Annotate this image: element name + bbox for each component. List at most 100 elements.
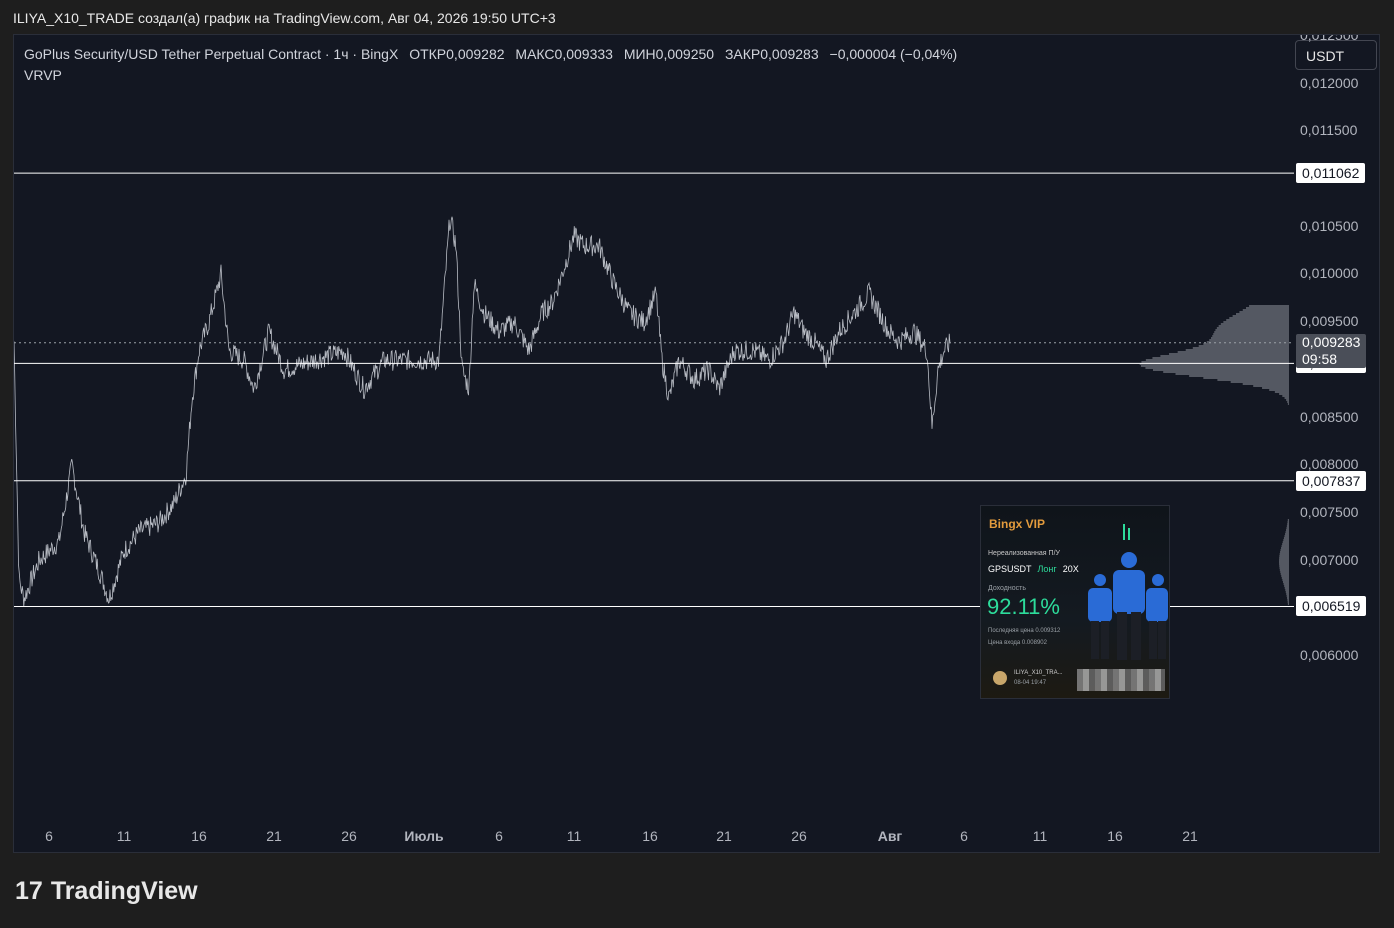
volume-profile-bar [1286, 399, 1289, 401]
card-brand-logo: Bingx VIP [989, 517, 1046, 531]
price-axis-label: 0,006000 [1300, 647, 1359, 663]
time-axis-label: Июль [404, 828, 444, 844]
volume-profile-bar [1281, 577, 1289, 579]
card-user-avatar [993, 671, 1007, 685]
volume-profile-bar [1175, 373, 1289, 375]
card-blurred-qr [1077, 669, 1165, 691]
volume-profile-bar [1239, 311, 1289, 313]
card-pair: GPSUSDT [988, 564, 1032, 574]
bar-countdown: 09:58 [1302, 350, 1338, 367]
volume-profile-bar [1198, 345, 1289, 347]
card-entry-price: Цена входа 0.008902 [988, 640, 1047, 646]
volume-profile-bar [1140, 365, 1289, 367]
card-side: Лонг [1037, 564, 1057, 574]
ohlc-high: МАКС0,009333 [515, 46, 613, 62]
tradingview-logo[interactable]: 17 TradingView [15, 877, 198, 906]
card-yield-value: 92.11% [987, 594, 1060, 619]
price-series [14, 216, 951, 607]
volume-profile-bar [1282, 395, 1289, 397]
volume-profile-bar [1242, 383, 1289, 385]
volume-profile-bar [1226, 319, 1289, 321]
volume-profile-bar [1279, 569, 1289, 571]
volume-profile-bar [1152, 357, 1289, 359]
volume-profile-bar [1262, 387, 1289, 389]
volume-profile-bar [1214, 331, 1289, 333]
volume-profile-bar [1287, 403, 1289, 405]
card-date: 08-04 19:47 [1014, 680, 1047, 686]
price-axis-label: 0,008500 [1300, 408, 1359, 425]
volume-profile-bar [1230, 381, 1289, 383]
ohlc-low: МИН0,009250 [623, 46, 715, 62]
volume-profile-bar [1287, 597, 1289, 599]
volume-profile-bar [1279, 553, 1289, 555]
volume-profile-bar [1152, 369, 1289, 371]
volume-profile-bar [1185, 349, 1289, 351]
price-axis-label: 0,011500 [1300, 122, 1358, 139]
volume-profile-bar [1169, 353, 1289, 355]
time-axis-label: 21 [716, 828, 732, 844]
card-username: ILIYA_X10_TRA... [1014, 670, 1063, 676]
volume-profile-bar [1235, 313, 1289, 315]
volume-profile-bar [1203, 377, 1289, 379]
volume-profile-bar [1287, 601, 1289, 603]
ohlc-close: ЗАКР0,009283 [724, 46, 819, 62]
volume-profile-bar [1215, 329, 1289, 331]
volume-profile-bar [1286, 529, 1289, 531]
volume-profile-bar [1280, 573, 1289, 575]
time-axis-label: 6 [495, 828, 503, 844]
volume-profile-bar [1279, 567, 1289, 569]
price-axis-label: 0,007000 [1300, 551, 1359, 568]
volume-profile-bar [1280, 551, 1289, 553]
volume-profile-bar [1209, 339, 1289, 341]
price-chart[interactable] [14, 35, 1380, 853]
currency-button[interactable]: USDT [1295, 40, 1377, 70]
price-line [14, 216, 951, 607]
volume-profile-bar [1213, 333, 1289, 335]
volume-profile-bar [1279, 561, 1289, 563]
volume-profile-bar [1283, 583, 1289, 585]
volume-profile-bar [1287, 521, 1289, 523]
volume-profile-bar [1287, 523, 1289, 525]
price-axis-label: 0,010500 [1300, 217, 1359, 234]
volume-profile-bar [1284, 585, 1289, 587]
price-axis-label: 0,007500 [1300, 503, 1359, 520]
volume-profile-bar [1287, 599, 1289, 601]
time-axis-label: 11 [566, 828, 582, 844]
price-axis-label: 0,012000 [1300, 74, 1359, 91]
volume-profile-bar [1279, 557, 1289, 559]
time-axis-label: 26 [341, 828, 357, 844]
chart-pane[interactable]: GoPlus Security/USD Tether Perpetual Con… [13, 34, 1380, 853]
volume-profile-bar [1145, 359, 1289, 361]
volume-profile-bar [1287, 519, 1289, 521]
volume-profile-bar [1229, 317, 1289, 319]
current-price-badge: 0,009283 09:58 [1296, 333, 1367, 368]
volume-profile-bar [1283, 537, 1289, 539]
pnl-card-image: Bingx VIP Нереализованная П/У GPSUSDT Лон… [980, 505, 1170, 699]
volume-profile-bar [1274, 391, 1289, 393]
time-axis-label: Авг [877, 828, 903, 844]
symbol-legend: GoPlus Security/USD Tether Perpetual Con… [24, 46, 964, 62]
indicator-vrvp-label[interactable]: VRVP [24, 67, 62, 83]
time-axis-label: 16 [642, 828, 658, 844]
volume-profile-bar [1189, 375, 1289, 377]
volume-profile-bar [1285, 591, 1289, 593]
volume-profile-bar [1218, 325, 1289, 327]
volume-profile-bar [1279, 555, 1289, 557]
price-axis-label: 0,008000 [1300, 456, 1359, 473]
volume-profile-bar [1285, 533, 1289, 535]
volume-profile-bar [1280, 549, 1289, 551]
volume-profile-bar [1211, 337, 1289, 339]
current-price-value: 0,009283 [1302, 333, 1361, 350]
volume-profile-bar [1282, 579, 1289, 581]
volume-profile-bar [1279, 393, 1289, 395]
volume-profile-bar [1279, 563, 1289, 565]
volume-profile-bar [1269, 389, 1289, 391]
volume-profile-bar [1280, 571, 1289, 573]
card-subtitle: Нереализованная П/У [988, 550, 1060, 557]
tradingview-logo-icon: 17 [15, 877, 43, 905]
price-axis-label: 0,009500 [1300, 313, 1359, 330]
volume-profile-bar [1246, 307, 1289, 309]
volume-profile-bar [1281, 545, 1289, 547]
time-axis-label: 11 [116, 828, 132, 844]
volume-profile-bar [1286, 593, 1289, 595]
